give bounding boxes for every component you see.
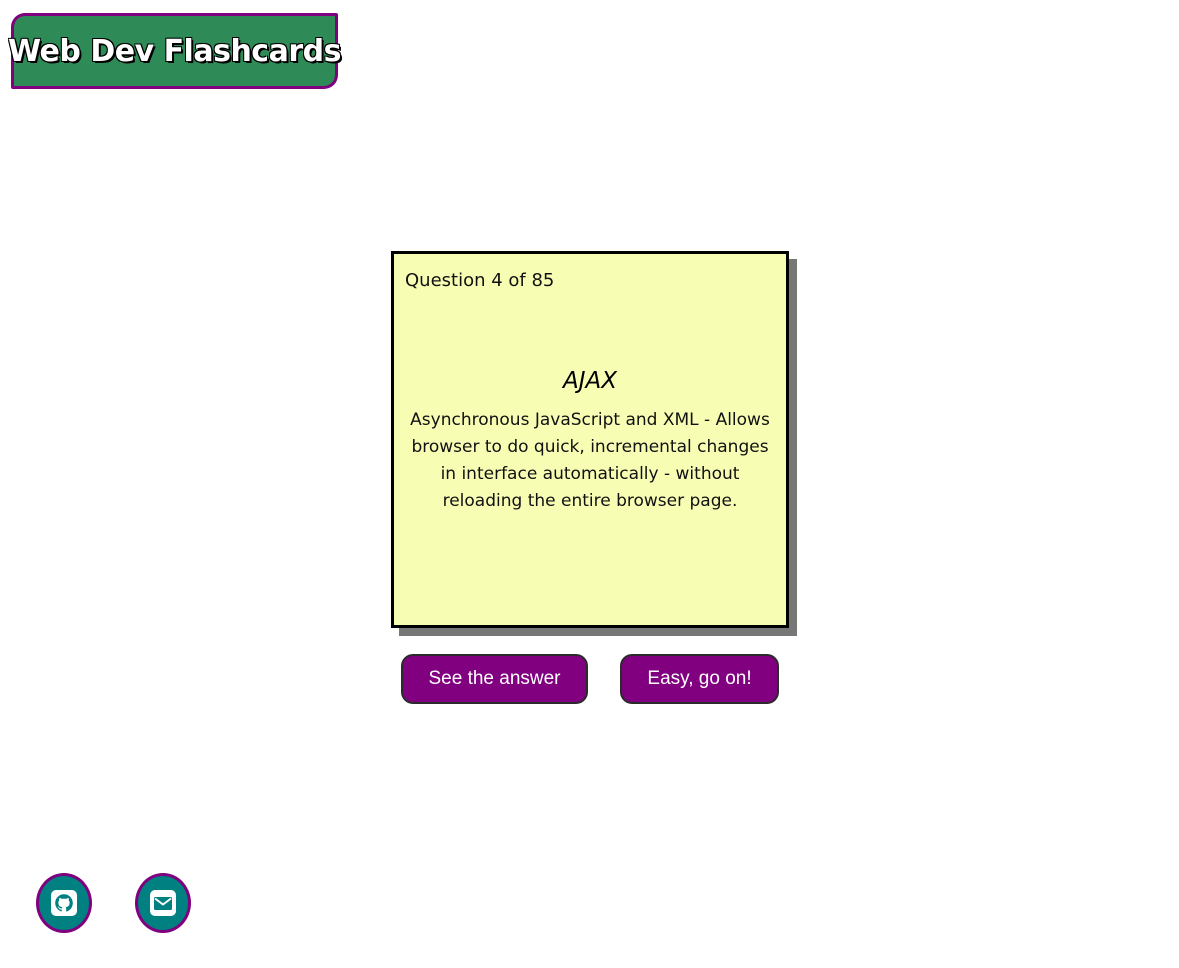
app-title: Web Dev Flashcards	[8, 33, 341, 69]
github-link-button[interactable]	[36, 873, 92, 933]
envelope-icon	[149, 889, 177, 917]
flashcard: Question 4 of 85 AJAX Asynchronous JavaS…	[391, 251, 789, 628]
next-card-button[interactable]: Easy, go on!	[620, 654, 779, 704]
flashcard-definition: Asynchronous JavaScript and XML - Allows…	[410, 410, 770, 511]
app-title-badge: Web Dev Flashcards	[8, 13, 341, 89]
question-counter: Question 4 of 85	[405, 270, 555, 291]
see-answer-button[interactable]: See the answer	[401, 654, 588, 704]
github-icon	[50, 889, 78, 917]
email-link-button[interactable]	[135, 873, 191, 933]
flashcard-term: AJAX	[562, 368, 617, 394]
